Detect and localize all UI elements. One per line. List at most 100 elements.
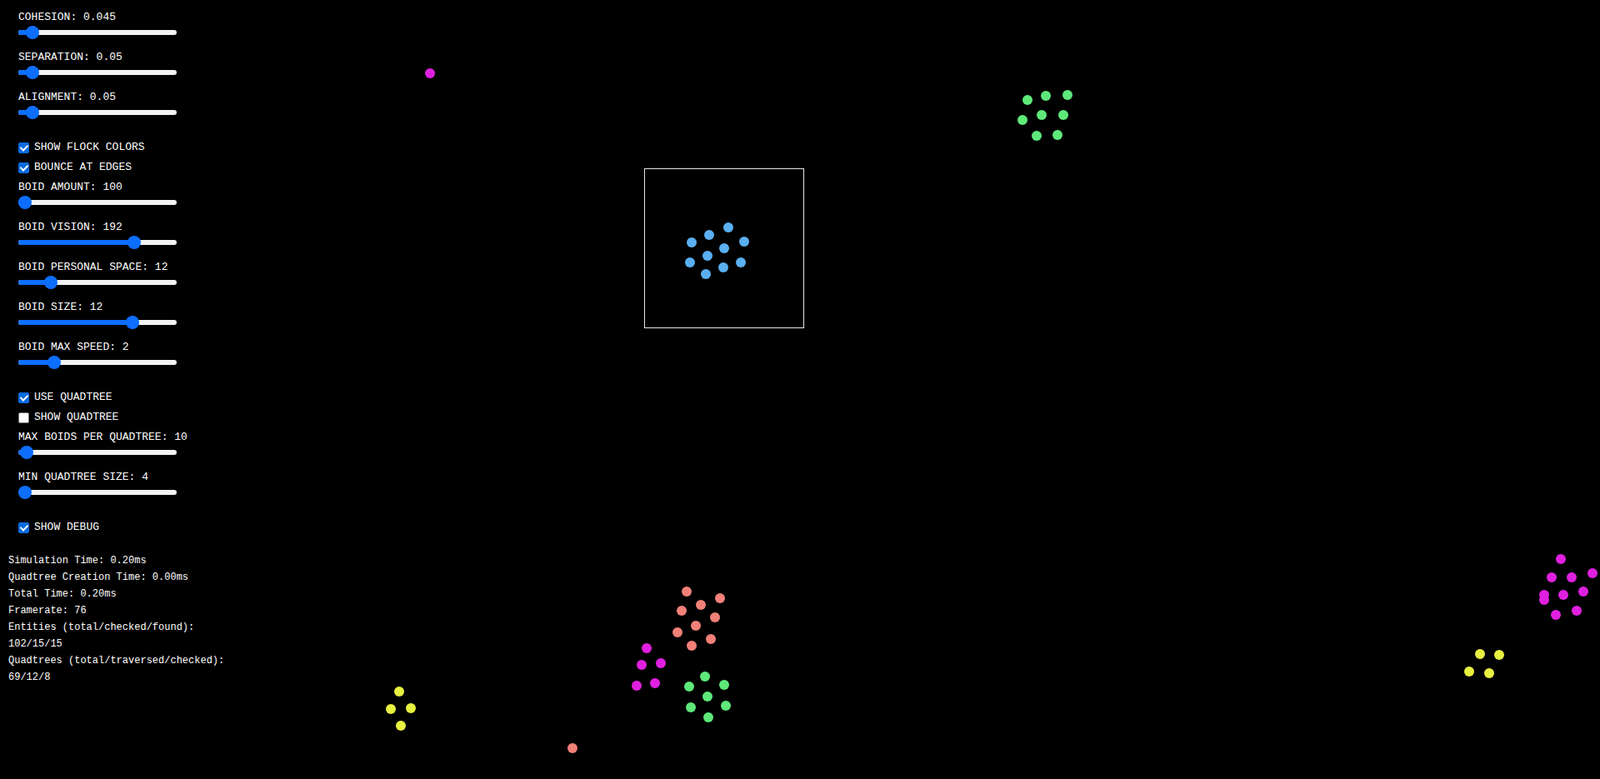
boid xyxy=(723,222,734,233)
slider[interactable] xyxy=(18,105,177,120)
slider-track[interactable] xyxy=(18,110,177,115)
boid xyxy=(700,671,710,682)
slider[interactable] xyxy=(18,445,177,460)
boid xyxy=(718,262,729,273)
slider-label: MAX BOIDS PER QUADTREE: 10 xyxy=(18,430,225,445)
boid xyxy=(405,703,416,714)
slider-label: BOID AMOUNT: 100 xyxy=(18,180,225,195)
boid xyxy=(684,681,695,692)
boid xyxy=(1022,95,1033,105)
slider-thumb[interactable] xyxy=(127,235,141,250)
checkbox-label[interactable]: SHOW QUADTREE xyxy=(34,410,119,425)
slider[interactable] xyxy=(18,235,177,250)
boid xyxy=(735,257,746,268)
slider-control: MIN QUADTREE SIZE: 4 xyxy=(18,470,225,510)
slider-thumb[interactable] xyxy=(18,485,32,500)
slider-label: BOID SIZE: 12 xyxy=(18,300,225,315)
slider-track[interactable] xyxy=(18,360,177,365)
boid xyxy=(1464,666,1475,677)
boid xyxy=(700,269,711,280)
checkbox-control[interactable]: BOUNCE AT EDGES xyxy=(18,157,225,178)
slider-control: COHESION: 0.045 xyxy=(18,10,225,50)
boid xyxy=(1475,649,1485,660)
checkbox[interactable] xyxy=(18,392,30,404)
slider-thumb[interactable] xyxy=(47,355,61,370)
boid xyxy=(1031,130,1042,141)
boid xyxy=(650,678,660,689)
boid xyxy=(636,660,647,670)
boid xyxy=(394,686,405,697)
checkbox-control[interactable]: SHOW QUADTREE xyxy=(18,407,225,428)
slider-track[interactable] xyxy=(18,490,177,495)
boid xyxy=(1062,90,1073,100)
boid xyxy=(1484,668,1495,679)
slider-track[interactable] xyxy=(18,240,177,245)
checkbox-label[interactable]: SHOW FLOCK COLORS xyxy=(34,140,145,155)
boid xyxy=(1058,110,1069,120)
boid xyxy=(672,627,683,638)
debug-line: Quadtrees (total/traversed/checked): xyxy=(8,652,225,670)
boid xyxy=(1587,568,1598,579)
slider-label: BOID VISION: 192 xyxy=(18,220,225,235)
checkbox[interactable] xyxy=(18,162,30,174)
checkbox-control[interactable]: SHOW FLOCK COLORS xyxy=(18,137,225,158)
boid xyxy=(739,236,750,247)
slider-track[interactable] xyxy=(18,200,177,205)
slider-control: BOID PERSONAL SPACE: 12 xyxy=(18,260,225,300)
boid xyxy=(1555,554,1566,565)
slider-track[interactable] xyxy=(18,30,177,35)
boid xyxy=(703,712,714,723)
checkbox-label[interactable]: SHOW DEBUG xyxy=(34,520,100,535)
slider-control: SEPARATION: 0.05 xyxy=(18,50,225,90)
slider[interactable] xyxy=(18,315,177,330)
boid xyxy=(1017,115,1028,125)
slider-thumb[interactable] xyxy=(44,275,58,290)
slider[interactable] xyxy=(18,275,177,290)
slider-label: ALIGNMENT: 0.05 xyxy=(18,90,225,105)
boid xyxy=(702,691,713,702)
debug-line: 102/15/15 xyxy=(8,635,225,653)
slider-fill xyxy=(18,240,135,245)
slider[interactable] xyxy=(18,485,177,500)
boid xyxy=(425,68,435,79)
control-panel: COHESION: 0.045 SEPARATION: 0.05ALIGNMENT… xyxy=(0,0,225,686)
boid xyxy=(704,230,715,240)
slider-thumb[interactable] xyxy=(25,105,40,120)
checkbox-control[interactable]: SHOW DEBUG xyxy=(18,517,225,538)
slider-thumb[interactable] xyxy=(25,65,40,80)
slider[interactable] xyxy=(18,25,177,40)
slider-thumb[interactable] xyxy=(125,315,140,330)
boid xyxy=(1040,90,1051,101)
slider-label: COHESION: 0.045 xyxy=(18,10,225,25)
debug-line: Total Time: 0.20ms xyxy=(8,585,225,603)
checkbox-label[interactable]: BOUNCE AT EDGES xyxy=(34,160,132,175)
slider[interactable] xyxy=(18,65,177,80)
checkbox-label[interactable]: USE QUADTREE xyxy=(34,390,113,405)
slider-track[interactable] xyxy=(18,450,177,455)
debug-info: Simulation Time: 0.20msQuadtree Creation… xyxy=(8,552,225,686)
slider-track[interactable] xyxy=(18,70,177,75)
slider-track[interactable] xyxy=(18,320,177,325)
slider-track[interactable] xyxy=(18,280,177,285)
boid xyxy=(720,700,731,711)
slider-thumb[interactable] xyxy=(20,445,34,460)
boid xyxy=(695,600,706,610)
boid xyxy=(567,743,578,754)
boid xyxy=(715,593,725,604)
boid xyxy=(702,250,713,261)
checkbox-control[interactable]: USE QUADTREE xyxy=(18,387,225,408)
boid xyxy=(385,704,396,715)
simulation-canvas: COHESION: 0.045 SEPARATION: 0.05ALIGNMENT… xyxy=(0,0,1600,779)
boid xyxy=(631,680,642,691)
boid xyxy=(705,634,716,645)
slider-thumb[interactable] xyxy=(18,195,32,210)
slider[interactable] xyxy=(18,195,177,210)
boid xyxy=(719,243,730,254)
debug-line: Quadtree Creation Time: 0.00ms xyxy=(8,569,225,586)
slider[interactable] xyxy=(18,355,177,370)
checkbox[interactable] xyxy=(18,522,30,534)
slider-thumb[interactable] xyxy=(25,25,40,40)
checkbox[interactable] xyxy=(18,412,30,424)
debug-line: 69/12/8 xyxy=(8,669,225,686)
checkbox[interactable] xyxy=(18,142,30,154)
